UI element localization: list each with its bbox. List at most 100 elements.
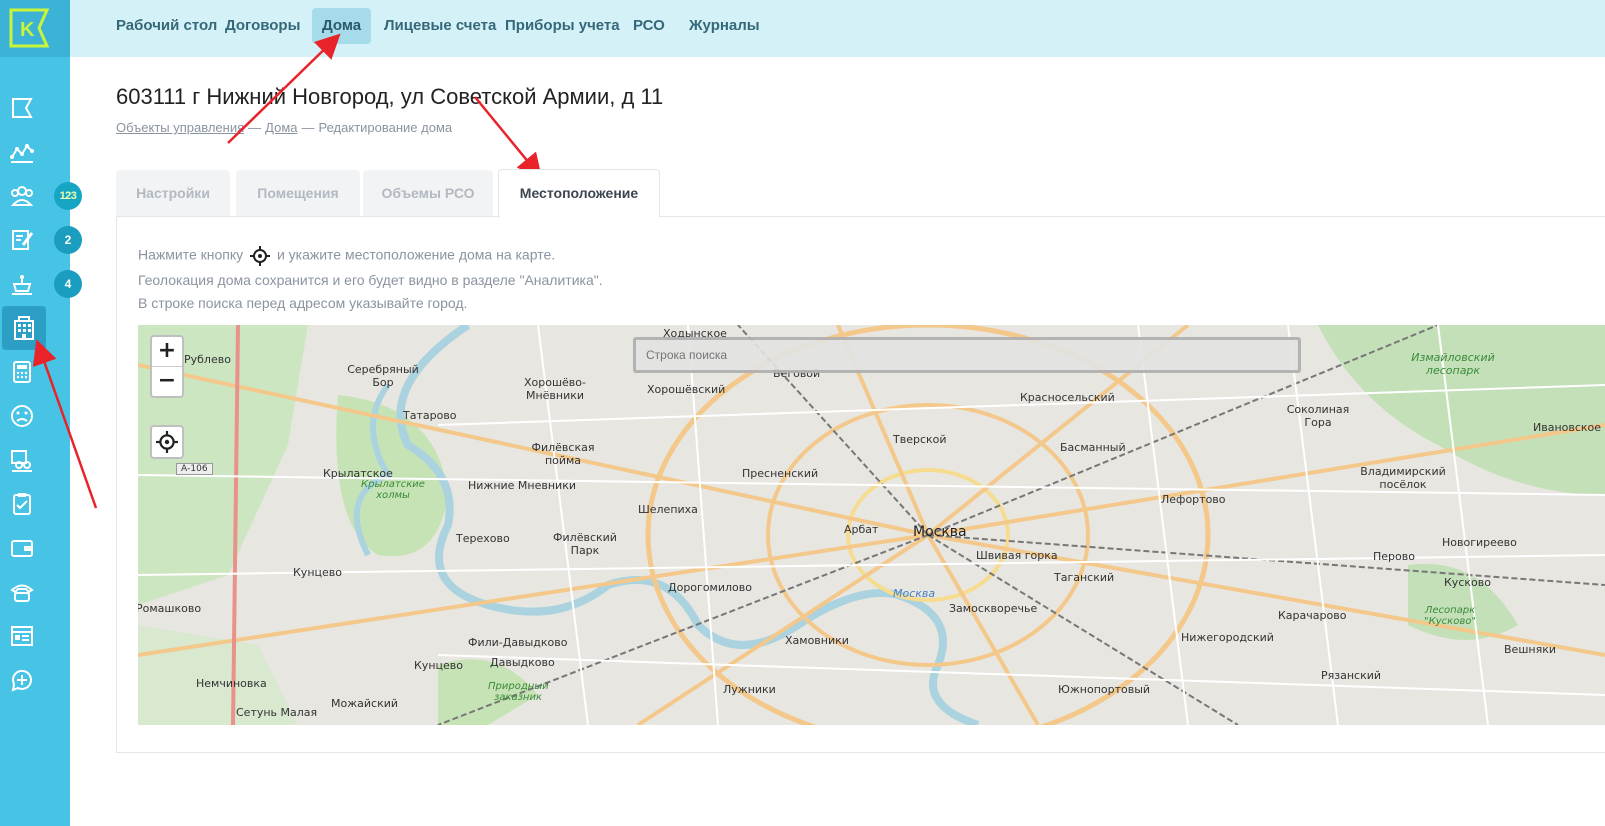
svg-text:K: K — [20, 19, 35, 41]
logo-area[interactable]: K — [0, 0, 70, 57]
map-label: Рязанский — [1321, 669, 1382, 682]
map-label: Перово — [1373, 550, 1415, 563]
map-label: Соколиная Гора — [1286, 403, 1350, 429]
map-label: Замоскворечье — [949, 602, 1038, 615]
map-label: Измайловский лесопарк — [1411, 351, 1495, 377]
map-label: Швивая горка — [976, 549, 1058, 562]
zoom-out-button[interactable]: − — [152, 366, 182, 396]
hint-line-2: Геолокация дома сохранится и его будет в… — [138, 272, 603, 288]
map-label: Природный заказник — [488, 681, 549, 703]
map-label: Ивановское — [1533, 421, 1602, 434]
sidebar-item-wallet[interactable] — [0, 526, 44, 570]
sidebar-item-desktop[interactable] — [0, 86, 44, 130]
hint-text-after: и укажите местоположение дома на карте. — [276, 246, 556, 263]
map-label: Дорогомилово — [668, 581, 752, 594]
zoom-in-button[interactable]: + — [152, 337, 182, 366]
meter-icon — [12, 275, 32, 295]
breadcrumb-separator: — — [248, 120, 262, 135]
map-label: Лефортово — [1161, 493, 1226, 506]
documents-badge: 2 — [54, 226, 82, 254]
document-edit-icon — [12, 230, 34, 250]
sidebar-item-calculator[interactable] — [0, 350, 44, 394]
map-search-input[interactable] — [636, 340, 1298, 370]
crosshair-icon — [250, 246, 271, 266]
map-label: Крылатские холмы — [361, 479, 425, 501]
sad-face-icon — [11, 405, 33, 427]
sidebar-item-people[interactable] — [0, 174, 44, 218]
tab-location[interactable]: Местоположение — [498, 169, 660, 218]
map[interactable]: Москва Рублево Серебряный Бор Хорошёво-М… — [138, 325, 1605, 725]
nav-contracts[interactable]: Договоры — [215, 8, 310, 44]
sidebar-item-documents[interactable] — [0, 218, 44, 262]
map-label: Можайский — [331, 697, 399, 710]
sidebar: K 123 2 4 — [0, 0, 82, 826]
map-label: Хорошёво-Мнёвники — [524, 376, 586, 402]
top-navigation: Рабочий стол Договоры Дома Лицевые счета… — [70, 0, 1605, 57]
map-label: Терехово — [456, 532, 510, 545]
locate-button[interactable] — [150, 425, 184, 459]
map-label: Кунцево — [414, 659, 463, 672]
map-label: Филёвский Парк — [553, 531, 617, 557]
map-label: Шелепиха — [638, 503, 698, 516]
map-label: Арбат — [844, 523, 879, 536]
map-label: Филёвская пойма — [531, 441, 595, 467]
road-shield: А-106 — [176, 463, 213, 475]
map-label: Лесопарк "Кусково" — [1424, 605, 1476, 627]
building-icon — [14, 316, 34, 340]
hint-text-before: Нажмите кнопку — [138, 246, 244, 263]
map-search — [633, 337, 1301, 373]
map-label: Тверской — [893, 433, 947, 446]
sidebar-item-meters[interactable] — [0, 262, 44, 306]
sidebar-item-forms[interactable] — [0, 614, 44, 658]
logo-icon: K — [9, 8, 49, 48]
meters-badge: 4 — [54, 270, 82, 298]
breadcrumb-houses[interactable]: Дома — [265, 120, 297, 135]
map-label: Хорошёвский — [647, 383, 726, 396]
hint-line-1: Нажмите кнопку и укажите местоположение … — [138, 246, 555, 266]
nav-accounts[interactable]: Лицевые счета — [374, 8, 506, 44]
map-label: Нижние Мневники — [468, 479, 577, 492]
breadcrumb-objects[interactable]: Объекты управления — [116, 120, 244, 135]
map-label: Пресненский — [742, 467, 819, 480]
people-icon — [10, 186, 34, 206]
breadcrumb-current: Редактирование дома — [318, 120, 453, 135]
map-label: Давыдково — [490, 656, 555, 669]
map-label: Сетунь Малая — [236, 706, 318, 719]
tab-rso-volumes[interactable]: Объемы РСО — [363, 170, 493, 216]
phone-icon — [10, 584, 34, 602]
map-label: Москва — [893, 587, 936, 600]
sidebar-item-analytics[interactable] — [0, 130, 44, 174]
sidebar-item-complaints[interactable] — [0, 394, 44, 438]
nav-journals[interactable]: Журналы — [679, 8, 770, 44]
breadcrumb: Объекты управления — Дома — Редактирование д… — [116, 120, 452, 135]
sidebar-item-chat[interactable] — [0, 658, 44, 702]
nav-rso[interactable]: РСО — [623, 8, 675, 44]
flag-icon — [12, 98, 33, 118]
hint-line-3: В строке поиска перед адресом указывайте… — [138, 295, 468, 311]
map-label: Серебряный Бор — [347, 363, 419, 389]
nav-desktop[interactable]: Рабочий стол — [106, 8, 227, 44]
map-label: Красносельский — [1020, 391, 1115, 404]
map-label: Немчиновка — [196, 677, 267, 690]
map-label: Новогиреево — [1442, 536, 1517, 549]
map-label: Ромашково — [138, 602, 202, 615]
nav-meters[interactable]: Приборы учета — [495, 8, 630, 44]
map-label: Кунцево — [293, 566, 342, 579]
map-label: Лужники — [723, 683, 776, 696]
sidebar-item-staff[interactable] — [0, 438, 44, 482]
map-label: Нижегородский — [1181, 631, 1274, 644]
analytics-icon — [10, 144, 34, 163]
sidebar-item-tasks[interactable] — [0, 482, 44, 526]
sidebar-item-houses[interactable] — [2, 306, 46, 350]
clipboard-check-icon — [13, 493, 31, 515]
map-label: Южнопортовый — [1058, 683, 1151, 696]
tab-premises[interactable]: Помещения — [236, 170, 360, 216]
map-label: Хамовники — [785, 634, 849, 647]
map-label: Москва — [913, 524, 967, 540]
nav-houses[interactable]: Дома — [312, 8, 372, 44]
tab-settings[interactable]: Настройки — [116, 170, 230, 216]
sidebar-item-calls[interactable] — [0, 570, 44, 614]
chat-plus-icon — [11, 669, 32, 692]
map-label: Таганский — [1054, 571, 1115, 584]
calculator-icon — [13, 361, 31, 383]
